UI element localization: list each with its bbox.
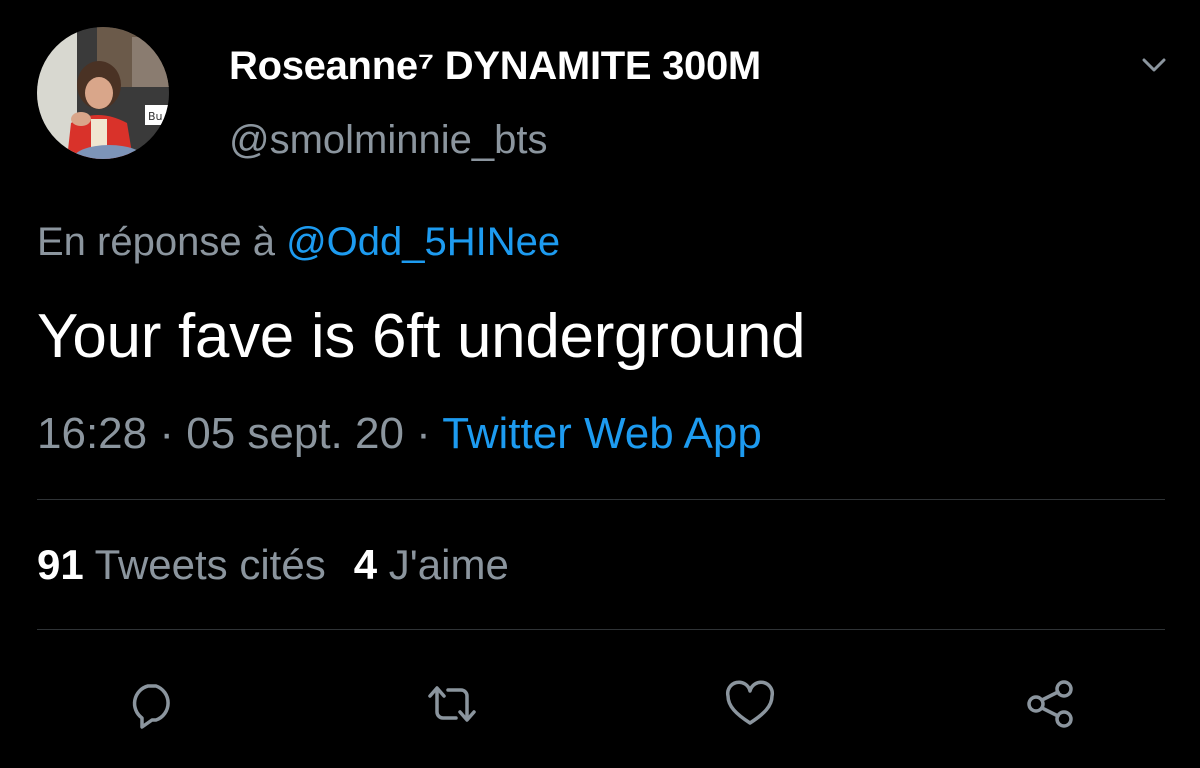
- meta-separator: ·: [147, 409, 187, 458]
- profile-photo-icon: Bu: [37, 27, 169, 159]
- tweet-meta: 16:28 · 05 sept. 20 · Twitter Web App: [37, 409, 762, 459]
- quote-label: Tweets cités: [83, 541, 326, 588]
- like-icon: [725, 680, 775, 725]
- like-count: 4: [353, 541, 378, 588]
- like-label: J'aime: [377, 541, 509, 588]
- author-display-name[interactable]: Roseanne⁷ DYNAMITE 300M: [229, 44, 761, 89]
- quote-tweets-stat[interactable]: 91 Tweets cités: [37, 541, 326, 588]
- retweet-button[interactable]: [424, 676, 480, 732]
- svg-text:Bu: Bu: [148, 110, 163, 123]
- tweet-source-link[interactable]: Twitter Web App: [442, 409, 762, 458]
- reply-mention-link[interactable]: @Odd_5HINee: [286, 220, 560, 264]
- tweet-stats: 91 Tweets cités 4 J'aime: [37, 541, 509, 589]
- chevron-down-icon[interactable]: [1134, 44, 1174, 84]
- avatar[interactable]: Bu: [37, 27, 169, 159]
- author-handle[interactable]: @smolminnie_bts: [229, 118, 548, 163]
- tweet-text: Your fave is 6ft underground: [37, 302, 806, 371]
- share-icon: [1027, 680, 1073, 728]
- divider: [37, 499, 1165, 500]
- meta-separator-2: ·: [403, 409, 443, 458]
- divider: [37, 629, 1165, 630]
- retweet-icon: [428, 686, 476, 722]
- reply-button[interactable]: [124, 676, 180, 732]
- like-button[interactable]: [722, 676, 778, 732]
- likes-stat[interactable]: 4 J'aime: [354, 541, 509, 588]
- reply-icon: [132, 684, 170, 729]
- reply-prefix: En réponse à: [37, 220, 287, 264]
- tweet-date: 05 sept. 20: [186, 409, 404, 458]
- reply-context: En réponse à @Odd_5HINee: [37, 220, 560, 265]
- quote-count: 91: [37, 541, 84, 588]
- tweet-time: 16:28: [37, 409, 148, 458]
- tweet-detail: Bu Roseanne⁷ DYNAMITE 300M @smolminnie_b…: [0, 0, 1200, 768]
- share-button[interactable]: [1022, 676, 1078, 732]
